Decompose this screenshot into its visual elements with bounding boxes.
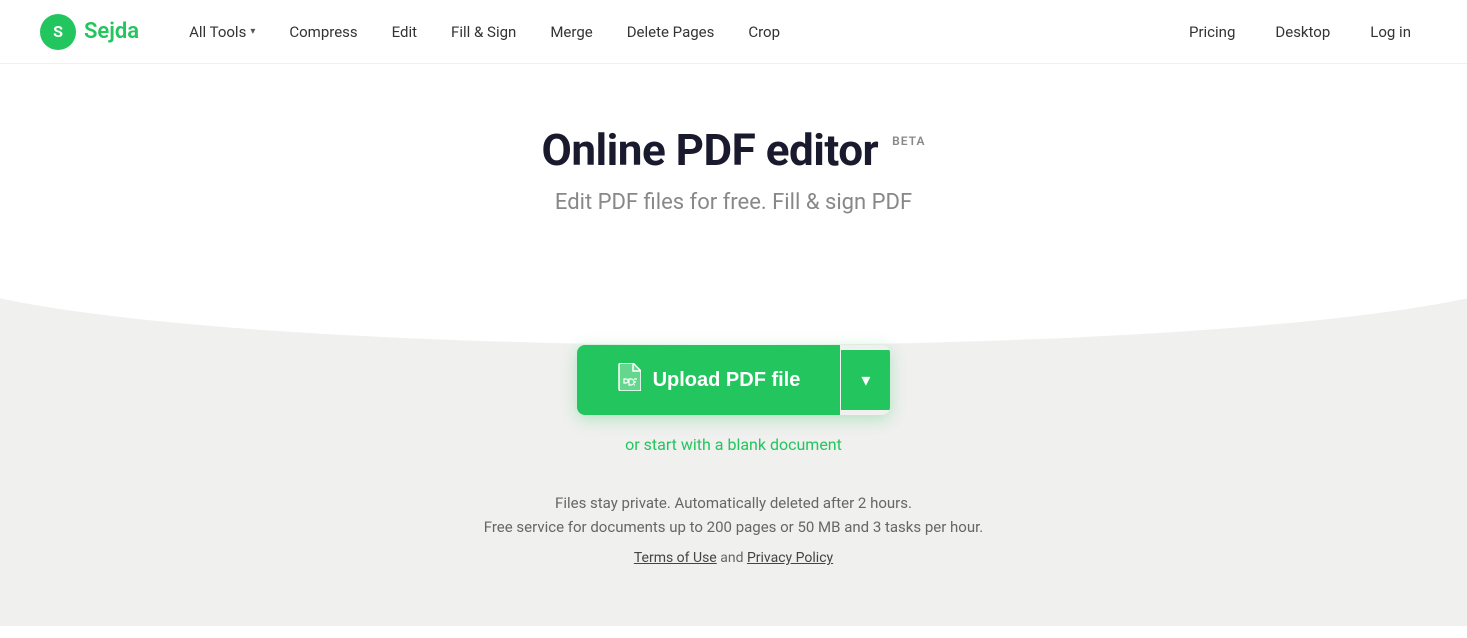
nav-pricing[interactable]: Pricing (1173, 15, 1251, 49)
logo-icon: S (40, 14, 76, 50)
nav-fill-sign[interactable]: Fill & Sign (437, 15, 530, 49)
upload-pdf-button[interactable]: Upload PDF file (577, 345, 841, 415)
chevron-down-icon: ▾ (250, 26, 255, 37)
pdf-file-icon (617, 363, 641, 397)
nav-compress-label: Compress (289, 23, 357, 41)
nav-merge[interactable]: Merge (536, 15, 606, 49)
nav-edit-label: Edit (392, 23, 417, 41)
logo-letter: S (53, 22, 63, 41)
blank-document-link[interactable]: or start with a blank document (625, 435, 842, 454)
logo-text: Sejda (84, 19, 139, 44)
nav-edit[interactable]: Edit (378, 15, 431, 49)
upload-area: Upload PDF file ▾ or start with a blank … (20, 345, 1447, 454)
terms-line: Terms of Use and Privacy Policy (20, 550, 1447, 566)
nav-login[interactable]: Log in (1354, 15, 1427, 49)
nav-pricing-label: Pricing (1189, 23, 1235, 41)
beta-badge: BETA (892, 134, 925, 148)
nav-fill-sign-label: Fill & Sign (451, 23, 516, 41)
nav-all-tools[interactable]: All Tools ▾ (175, 15, 269, 49)
upload-button-label: Upload PDF file (653, 369, 801, 392)
privacy-line-2: Free service for documents up to 200 pag… (20, 518, 1447, 536)
nav-crop-label: Crop (748, 23, 780, 41)
upload-button-group: Upload PDF file ▾ (577, 345, 891, 415)
privacy-line-1: Files stay private. Automatically delete… (20, 494, 1447, 512)
terms-and-text: and (720, 550, 743, 566)
hero-section: Online PDF editor BETA Edit PDF files fo… (0, 64, 1467, 215)
privacy-info: Files stay private. Automatically delete… (20, 494, 1447, 566)
hero-title-wrap: Online PDF editor BETA (20, 124, 1447, 176)
privacy-policy-link[interactable]: Privacy Policy (747, 550, 833, 566)
hero-subtitle: Edit PDF files for free. Fill & sign PDF (20, 190, 1447, 215)
page-title: Online PDF editor (542, 124, 879, 176)
nav-delete-pages-label: Delete Pages (627, 23, 715, 41)
nav-all-tools-label: All Tools (189, 23, 246, 41)
nav-desktop[interactable]: Desktop (1259, 15, 1346, 49)
upload-dropdown-button[interactable]: ▾ (841, 350, 890, 410)
navbar: S Sejda All Tools ▾ Compress Edit Fill &… (0, 0, 1467, 64)
logo-link[interactable]: S Sejda (40, 14, 139, 50)
dropdown-arrow-icon: ▾ (861, 370, 870, 391)
nav-links: All Tools ▾ Compress Edit Fill & Sign Me… (175, 15, 1173, 49)
curved-section: Upload PDF file ▾ or start with a blank … (0, 265, 1467, 626)
nav-crop[interactable]: Crop (734, 15, 794, 49)
nav-login-label: Log in (1370, 23, 1411, 41)
nav-right: Pricing Desktop Log in (1173, 15, 1427, 49)
nav-desktop-label: Desktop (1275, 23, 1330, 41)
nav-merge-label: Merge (550, 23, 592, 41)
terms-of-use-link[interactable]: Terms of Use (634, 550, 717, 566)
nav-delete-pages[interactable]: Delete Pages (613, 15, 729, 49)
nav-compress[interactable]: Compress (275, 15, 371, 49)
